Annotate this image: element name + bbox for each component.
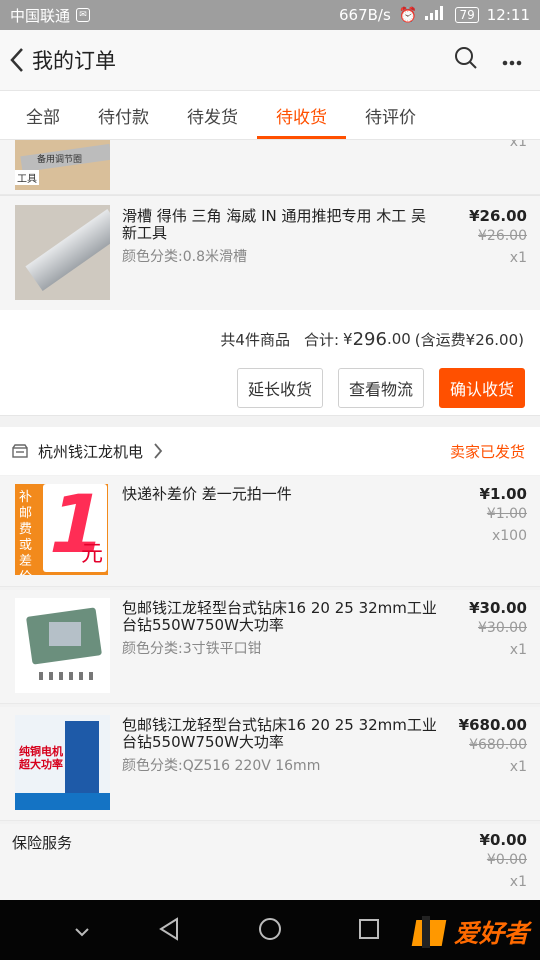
list-item[interactable]: 包邮钱江龙轻型台式钻床16 20 25 32mm工业台钻550W750W大功率 … (0, 590, 540, 704)
extend-receipt-button[interactable]: 延长收货 (236, 367, 323, 408)
item-sku: 颜色分类:3寸铁平口钳 (122, 641, 262, 657)
carrier-label: 中国联通 (10, 6, 71, 25)
list-item[interactable]: 滑槽 得伟 三角 海威 IN 通用推把专用 木工 吴新工具 颜色分类:0.8米滑… (0, 195, 540, 311)
item-original-price: ¥1.00 (486, 506, 527, 522)
total-label: 合计: (303, 330, 340, 349)
image-footer: 补多少 拍多少 (57, 563, 108, 572)
clock: 12:11 (486, 6, 530, 24)
tab-pending-payment[interactable]: 待付款 (79, 91, 168, 139)
item-title: 包邮钱江龙轻型台式钻床16 20 25 32mm工业台钻550W750W大功率 (122, 716, 437, 751)
insurance-quantity: x1 (509, 874, 527, 890)
square-recents-icon (359, 919, 379, 939)
tab-pending-review[interactable]: 待评价 (346, 91, 435, 139)
system-navigation-bar: 爱好者 (0, 900, 540, 960)
total-decimal: .00 (386, 330, 411, 348)
item-quantity: x1 (509, 759, 527, 775)
product-image: 纯铜电机 超大功率 (15, 715, 110, 810)
chevron-right-icon (154, 443, 163, 459)
network-speed: 667B/s (339, 6, 391, 24)
battery-icon: 79 (455, 7, 479, 23)
product-image (15, 205, 110, 300)
navigation-bar: 我的订单 (0, 30, 540, 91)
item-title: 包邮钱江龙轻型台式钻床16 20 25 32mm工业台钻550W750W大功率 (122, 599, 437, 634)
order-tabs: 全部 待付款 待发货 待收货 待评价 (0, 91, 540, 140)
collapse-button[interactable] (74, 922, 90, 941)
more-button[interactable] (502, 51, 522, 70)
item-price: ¥680.00 (458, 716, 527, 734)
item-quantity: x100 (491, 528, 527, 544)
circle-home-icon (259, 918, 281, 940)
item-price: ¥1.00 (479, 485, 527, 503)
insurance-original-price: ¥0.00 (486, 852, 527, 868)
item-price: ¥26.00 (469, 207, 527, 225)
page-title: 我的订单 (32, 49, 116, 73)
view-logistics-button[interactable]: 查看物流 (337, 367, 424, 408)
back-nav-button[interactable] (158, 917, 180, 945)
recents-button[interactable] (358, 918, 380, 944)
tab-pending-receipt[interactable]: 待收货 (257, 91, 346, 139)
watermark-logo: 爱好者 (410, 914, 529, 950)
chevron-down-icon (75, 928, 89, 937)
order-status: 卖家已发货 (449, 442, 525, 461)
search-icon (455, 47, 477, 69)
tab-pending-shipment[interactable]: 待发货 (168, 91, 257, 139)
product-image (15, 598, 110, 693)
image-tag: 工具 (15, 170, 39, 185)
product-image: 补邮费或差价 1 元 补多少 拍多少 (15, 484, 108, 575)
triangle-back-icon (159, 917, 178, 941)
confirm-receipt-button[interactable]: 确认收货 (438, 367, 525, 408)
item-original-price: ¥26.00 (478, 228, 527, 244)
list-item[interactable]: 备用调节圈 工具 x1 (0, 140, 540, 195)
alarm-icon: ⏰ (398, 6, 418, 24)
product-image: 备用调节圈 工具 (15, 140, 110, 190)
back-button[interactable] (4, 40, 30, 80)
item-quantity: x1 (509, 642, 527, 658)
item-original-price: ¥680.00 (469, 737, 527, 753)
item-quantity: x1 (509, 140, 527, 150)
total-currency: ¥ (343, 330, 353, 348)
image-vertical-text: 补邮费或差价 (19, 490, 33, 575)
home-button[interactable] (258, 917, 282, 945)
list-item[interactable]: 补邮费或差价 1 元 补多少 拍多少 快递补差价 差一元拍一件 ¥1.00 ¥1… (0, 476, 540, 587)
shipping-fee: (含运费¥26.00) (414, 330, 524, 349)
total-integer: 296 (352, 328, 387, 350)
item-quantity: x1 (509, 250, 527, 266)
insurance-price: ¥0.00 (479, 831, 527, 849)
status-bar: 中国联通 ✉ 667B/s ⏰ 79 12:11 (0, 0, 540, 30)
item-sku: 颜色分类:0.8米滑槽 (122, 249, 247, 265)
signal-icon (425, 6, 447, 24)
item-original-price: ¥30.00 (478, 620, 527, 636)
search-button[interactable] (454, 46, 478, 74)
shop-icon (12, 444, 28, 458)
back-icon (10, 48, 23, 72)
image-text: 纯铜电机 超大功率 (19, 745, 63, 771)
insurance-label: 保险服务 (12, 834, 73, 852)
item-sku: 颜色分类:QZ516 220V 16mm (122, 758, 321, 774)
list-item[interactable]: 纯铜电机 超大功率 包邮钱江龙轻型台式钻床16 20 25 32mm工业台钻55… (0, 707, 540, 821)
item-title: 滑槽 得伟 三角 海威 IN 通用推把专用 木工 吴新工具 (122, 207, 427, 242)
shop-header[interactable]: 杭州钱江龙机电 卖家已发货 (0, 427, 540, 475)
more-icon (502, 60, 522, 65)
watermark-text: 爱好者 (454, 919, 530, 948)
tab-all[interactable]: 全部 (0, 91, 79, 139)
notification-icon: ✉ (76, 8, 91, 22)
item-count: 共4件商品 (220, 330, 290, 349)
order-list[interactable]: 备用调节圈 工具 x1 滑槽 得伟 三角 海威 IN 通用推把专用 木工 吴新工… (0, 140, 540, 900)
item-title: 快递补差价 差一元拍一件 (122, 485, 292, 503)
insurance-row[interactable]: 保险服务 ¥0.00 ¥0.00 x1 (0, 824, 540, 900)
shop-name[interactable]: 杭州钱江龙机电 (38, 441, 143, 462)
order-actions: 延长收货 查看物流 确认收货 (0, 360, 540, 416)
item-price: ¥30.00 (469, 599, 527, 617)
image-caption: 备用调节圈 (37, 155, 83, 165)
